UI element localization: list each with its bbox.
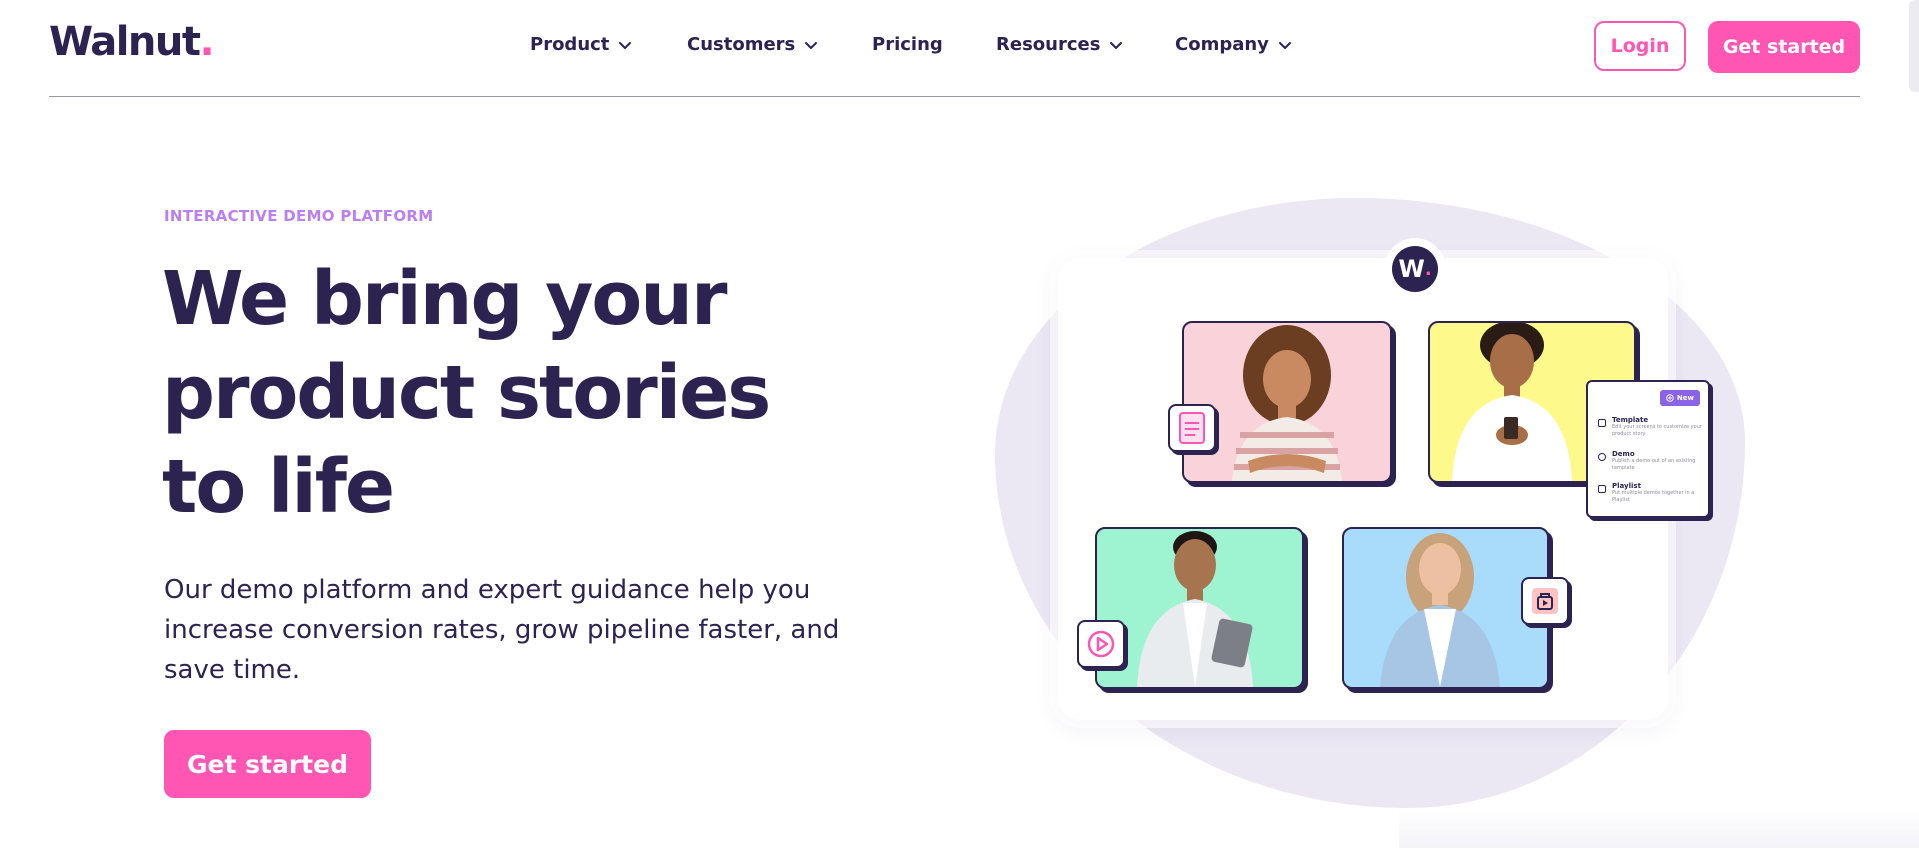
hero-headline: We bring your product stories to life (162, 252, 771, 534)
option-desc: Edit your screens to customize your prod… (1612, 424, 1702, 437)
page-scrollbar[interactable] (1909, 0, 1919, 92)
nav-pricing[interactable]: Pricing (872, 34, 943, 55)
option-title: Template (1612, 416, 1649, 424)
subcopy-line-1: Our demo platform and expert guidance he… (164, 575, 811, 605)
person-illustration (1380, 533, 1500, 687)
logo-wordmark: Walnut (49, 19, 201, 65)
option-title: Playlist (1612, 482, 1641, 490)
subcopy-line-3: save time. (164, 655, 301, 685)
option-title: Demo (1612, 450, 1635, 458)
hero-subcopy: Our demo platform and expert guidance he… (164, 570, 904, 690)
option-desc: Publish a demo out of an existing templa… (1612, 458, 1696, 471)
playlist-icon (1598, 485, 1606, 493)
badge-letter: W (1398, 255, 1425, 283)
badge-dot: . (1424, 258, 1432, 280)
hero-get-started-button[interactable]: Get started (164, 730, 371, 798)
person-photo-woman-blonde (1342, 527, 1549, 689)
nav-customers-label: Customers (687, 34, 796, 55)
document-icon (1168, 404, 1216, 452)
create-new-panel: New Template Edit your screens to custom… (1586, 380, 1710, 518)
person-illustration (1137, 531, 1253, 687)
headline-line-3: to life (162, 444, 395, 530)
play-circle-icon (1598, 453, 1606, 461)
nav-company[interactable]: Company (1175, 34, 1293, 55)
chevron-down-icon (1110, 41, 1123, 49)
header-get-started-button[interactable]: Get started (1708, 21, 1860, 73)
new-button-label: New (1676, 394, 1694, 402)
nav-product-label: Product (530, 34, 610, 55)
layers-icon (1598, 419, 1606, 427)
plus-circle-icon (1666, 394, 1674, 402)
nav-resources[interactable]: Resources (996, 34, 1124, 55)
subcopy-line-2: increase conversion rates, grow pipeline… (164, 615, 840, 645)
chevron-down-icon (1278, 41, 1291, 49)
logo-dot: . (199, 19, 214, 65)
person-photo-woman-curly-hair (1182, 321, 1392, 483)
headline-line-1: We bring your (162, 256, 727, 342)
new-button[interactable]: New (1659, 390, 1700, 406)
nav-pricing-label: Pricing (872, 34, 943, 55)
person-illustration (1232, 325, 1342, 481)
panel-option-template[interactable]: Template Edit your screens to customize … (1598, 416, 1702, 438)
hero-eyebrow: INTERACTIVE DEMO PLATFORM (164, 207, 434, 225)
nav-resources-label: Resources (996, 34, 1101, 55)
option-desc: Put multiple demos together in a Playlis… (1612, 490, 1695, 503)
chevron-down-icon (805, 41, 818, 49)
walnut-logo[interactable]: Walnut. (49, 19, 215, 65)
login-button[interactable]: Login (1594, 21, 1686, 71)
panel-option-demo[interactable]: Demo Publish a demo out of an existing t… (1598, 450, 1702, 472)
panel-option-playlist[interactable]: Playlist Put multiple demos together in … (1598, 482, 1702, 504)
headline-line-2: product stories (162, 350, 771, 436)
nav-customers[interactable]: Customers (687, 34, 819, 55)
video-folder-icon (1521, 577, 1569, 625)
bottom-fade (1399, 808, 1919, 848)
nav-company-label: Company (1175, 34, 1269, 55)
person-photo-man-with-tablet (1095, 527, 1304, 689)
chevron-down-icon (619, 41, 632, 49)
walnut-badge-icon: W. (1392, 246, 1438, 292)
nav-product[interactable]: Product (530, 34, 633, 55)
header-divider (49, 96, 1860, 97)
play-icon (1077, 620, 1125, 668)
